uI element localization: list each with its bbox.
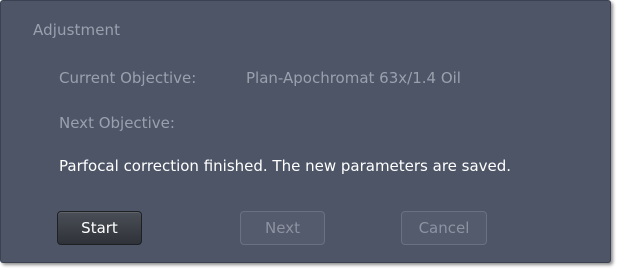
next-objective-label: Next Objective:: [59, 114, 175, 132]
cancel-button[interactable]: Cancel: [401, 211, 487, 245]
next-button[interactable]: Next: [240, 211, 325, 245]
status-message: Parfocal correction finished. The new pa…: [59, 157, 512, 175]
start-button[interactable]: Start: [57, 211, 142, 245]
current-objective-label: Current Objective:: [59, 69, 197, 87]
section-title: Adjustment: [33, 21, 121, 39]
current-objective-value: Plan-Apochromat 63x/1.4 Oil: [246, 69, 461, 87]
adjustment-panel: Adjustment Current Objective: Plan-Apoch…: [0, 0, 611, 263]
